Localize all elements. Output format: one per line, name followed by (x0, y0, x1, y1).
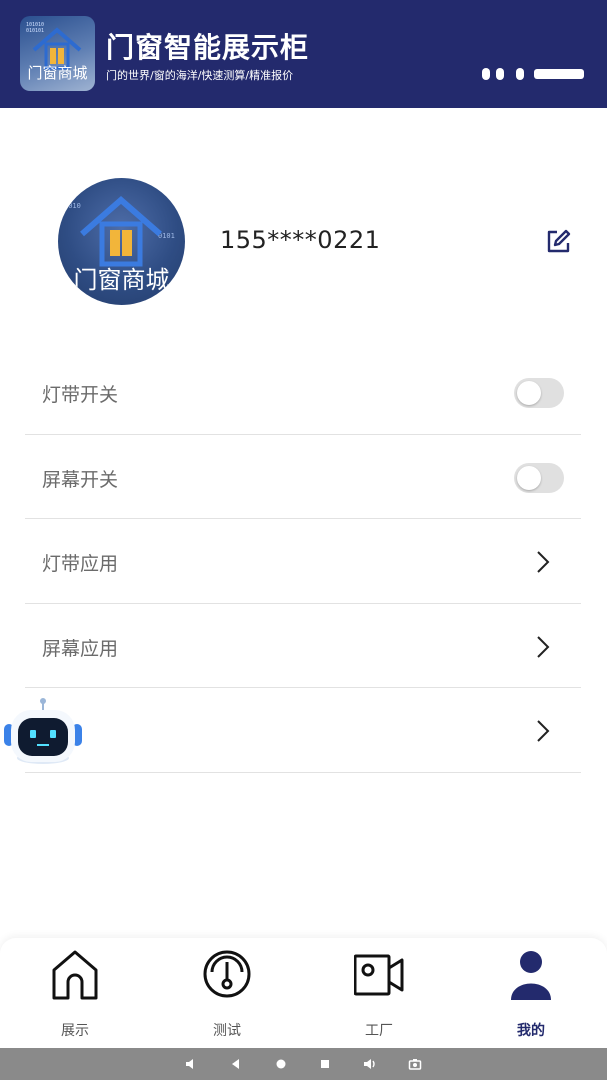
gauge-icon (203, 950, 251, 998)
chevron-right-icon (537, 551, 550, 573)
edit-profile-button[interactable] (544, 228, 572, 256)
tab-label: 测试 (213, 1023, 241, 1039)
light-strip-toggle[interactable] (514, 378, 564, 408)
tab-label: 展示 (61, 1023, 89, 1039)
video-camera-icon (354, 954, 404, 996)
avatar-text: 门窗商城 (73, 266, 170, 294)
light-strip-apps-row[interactable]: 灯带应用 (25, 519, 581, 604)
assistant-robot-button[interactable] (4, 698, 82, 768)
menu-label: 屏幕开关 (42, 468, 119, 491)
tab-test[interactable]: 测试 (172, 948, 282, 1040)
svg-text:010101: 010101 (26, 28, 44, 34)
svg-text:1010: 1010 (64, 202, 81, 210)
light-strip-switch-row: 灯带开关 (25, 350, 581, 435)
toggle-knob (517, 465, 541, 490)
volume-down-icon[interactable] (184, 1057, 198, 1071)
screen: 101010 010101 门窗商城 门窗智能展示柜 门的世界/窗的海洋/快速测… (0, 0, 607, 1080)
app-title: 门窗智能展示柜 (106, 31, 310, 64)
tab-mine[interactable]: 我的 (476, 948, 586, 1040)
edit-icon (547, 229, 571, 253)
recents-icon[interactable] (318, 1057, 332, 1071)
status-dot (496, 68, 504, 80)
menu-label: 灯带开关 (42, 384, 119, 406)
chevron-right-icon (537, 635, 550, 658)
screen-toggle[interactable] (514, 462, 564, 493)
back-icon[interactable] (229, 1057, 243, 1071)
menu-label: 灯带应用 (42, 553, 119, 575)
volume-up-icon[interactable] (363, 1057, 377, 1071)
tab-label: 工厂 (365, 1023, 393, 1039)
chevron-right-icon (537, 720, 550, 742)
tab-factory[interactable]: 工厂 (324, 948, 434, 1040)
user-icon (511, 951, 551, 1000)
logo-text: 门窗商城 (27, 64, 88, 82)
robot-icon (4, 698, 82, 764)
avatar[interactable]: 1010 0101 门窗商城 (58, 178, 185, 305)
home-icon (52, 950, 98, 1000)
tab-label: 我的 (517, 1023, 545, 1039)
settings-list: 灯带开关 屏幕开关 灯带应用 屏幕应用 (25, 350, 581, 773)
screen-switch-row: 屏幕开关 (25, 435, 581, 519)
screenshot-camera-icon[interactable] (408, 1057, 422, 1071)
menu-label: 屏幕应用 (42, 637, 119, 660)
status-badge (534, 69, 584, 79)
user-phone: 155****0221 (220, 226, 381, 254)
screen-apps-row[interactable]: 屏幕应用 (25, 604, 581, 688)
status-dot (516, 68, 524, 80)
toggle-knob (517, 381, 541, 405)
app-subtitle: 门的世界/窗的海洋/快速测算/精准报价 (106, 69, 294, 82)
menu-row-obscured[interactable] (25, 688, 581, 773)
status-dot (482, 68, 490, 80)
bottom-navigation: 展示 测试 工厂 我的 (0, 938, 607, 1048)
app-header: 101010 010101 门窗商城 门窗智能展示柜 门的世界/窗的海洋/快速测… (0, 0, 607, 108)
status-indicators (482, 68, 584, 80)
system-navigation-bar (0, 1048, 607, 1080)
home-circle-icon[interactable] (274, 1057, 288, 1071)
app-logo: 101010 010101 门窗商城 (20, 16, 95, 91)
tab-display[interactable]: 展示 (20, 948, 130, 1040)
